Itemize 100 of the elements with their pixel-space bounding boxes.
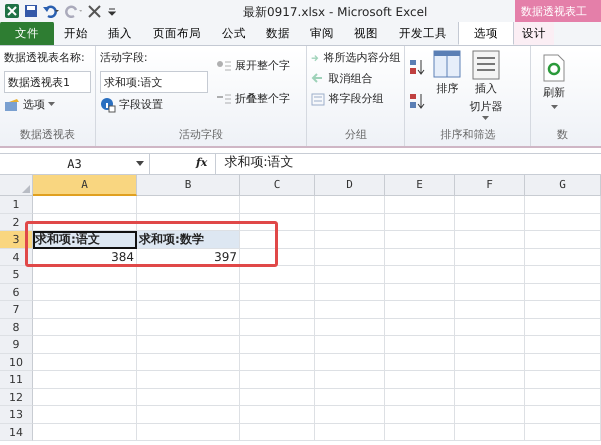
empty-cell[interactable] xyxy=(385,318,455,336)
empty-cell[interactable] xyxy=(137,406,240,424)
table-cell[interactable]: 384 xyxy=(33,248,137,266)
ribbon-tab[interactable]: 开始 xyxy=(54,21,98,45)
empty-cell[interactable] xyxy=(315,336,385,354)
ribbon-tab[interactable]: 视图 xyxy=(344,21,388,45)
empty-cell[interactable] xyxy=(385,336,455,354)
row-header[interactable]: 12 xyxy=(0,388,33,406)
empty-cell[interactable] xyxy=(525,354,601,371)
empty-cell[interactable] xyxy=(455,406,525,424)
empty-cell[interactable] xyxy=(455,336,525,354)
empty-cell[interactable] xyxy=(137,354,240,371)
empty-cell[interactable] xyxy=(385,406,455,424)
empty-cell[interactable] xyxy=(455,301,525,318)
empty-cell[interactable] xyxy=(455,248,525,266)
empty-cell[interactable] xyxy=(455,371,525,388)
empty-cell[interactable] xyxy=(315,301,385,318)
empty-cell[interactable] xyxy=(137,424,240,441)
empty-cell[interactable] xyxy=(385,371,455,388)
empty-cell[interactable] xyxy=(385,231,455,248)
empty-cell[interactable] xyxy=(240,388,315,406)
table-cell[interactable]: 求和项:数学 xyxy=(137,231,240,248)
empty-cell[interactable] xyxy=(525,196,601,214)
empty-cell[interactable] xyxy=(315,406,385,424)
row-header[interactable]: 9 xyxy=(0,336,33,354)
empty-cell[interactable] xyxy=(240,371,315,388)
empty-cell[interactable] xyxy=(455,354,525,371)
file-tab[interactable]: 文件 xyxy=(0,21,54,45)
empty-cell[interactable] xyxy=(240,196,315,214)
row-header[interactable]: 11 xyxy=(0,371,33,388)
sort-button[interactable]: 排序 xyxy=(433,50,462,121)
empty-cell[interactable] xyxy=(240,214,315,231)
empty-cell[interactable] xyxy=(137,196,240,214)
empty-cell[interactable] xyxy=(137,266,240,284)
empty-cell[interactable] xyxy=(455,318,525,336)
ribbon-tab[interactable]: 开发工具 xyxy=(388,21,458,45)
column-header[interactable]: G xyxy=(525,175,601,196)
empty-cell[interactable] xyxy=(525,284,601,301)
empty-cell[interactable] xyxy=(455,284,525,301)
empty-cell[interactable] xyxy=(385,284,455,301)
ribbon-tab[interactable]: 审阅 xyxy=(300,21,344,45)
table-cell[interactable]: 求和项:语文 xyxy=(33,231,137,248)
ribbon-tab[interactable]: 数据 xyxy=(256,21,300,45)
sort-descending-icon[interactable] xyxy=(409,92,426,110)
empty-cell[interactable] xyxy=(455,424,525,441)
column-header[interactable]: A xyxy=(33,175,137,196)
column-header[interactable]: B xyxy=(137,175,240,196)
empty-cell[interactable] xyxy=(525,424,601,441)
row-header[interactable]: 14 xyxy=(0,424,33,441)
ribbon-tab[interactable]: 公式 xyxy=(212,21,256,45)
function-button[interactable]: fx xyxy=(188,154,216,174)
empty-cell[interactable] xyxy=(525,406,601,424)
empty-cell[interactable] xyxy=(240,266,315,284)
dropdown-icon[interactable] xyxy=(136,161,144,166)
empty-cell[interactable] xyxy=(385,424,455,441)
column-header[interactable]: F xyxy=(455,175,525,196)
ribbon-tab[interactable]: 插入 xyxy=(98,21,142,45)
empty-cell[interactable] xyxy=(137,318,240,336)
empty-cell[interactable] xyxy=(385,266,455,284)
refresh-button[interactable]: 刷新 xyxy=(543,54,566,110)
empty-cell[interactable] xyxy=(525,336,601,354)
empty-cell[interactable] xyxy=(385,214,455,231)
empty-cell[interactable] xyxy=(240,354,315,371)
empty-cell[interactable] xyxy=(137,371,240,388)
select-all-corner[interactable] xyxy=(0,175,33,196)
sort-ascending-icon[interactable] xyxy=(409,58,426,76)
empty-cell[interactable] xyxy=(137,301,240,318)
empty-cell[interactable] xyxy=(137,284,240,301)
empty-cell[interactable] xyxy=(455,214,525,231)
empty-cell[interactable] xyxy=(137,336,240,354)
field-settings-button[interactable]: 字段设置 xyxy=(100,96,163,113)
empty-cell[interactable] xyxy=(455,196,525,214)
empty-cell[interactable] xyxy=(315,196,385,214)
empty-cell[interactable] xyxy=(240,284,315,301)
empty-cell[interactable] xyxy=(525,266,601,284)
empty-cell[interactable] xyxy=(315,248,385,266)
row-header[interactable]: 7 xyxy=(0,301,33,318)
empty-cell[interactable] xyxy=(385,196,455,214)
empty-cell[interactable] xyxy=(240,336,315,354)
pivot-name-field[interactable]: 数据透视表1 xyxy=(4,70,91,92)
empty-cell[interactable] xyxy=(315,388,385,406)
empty-cell[interactable] xyxy=(240,301,315,318)
empty-cell[interactable] xyxy=(525,388,601,406)
empty-cell[interactable] xyxy=(525,231,601,248)
column-header[interactable]: C xyxy=(240,175,315,196)
column-header[interactable]: D xyxy=(315,175,385,196)
ribbon-tab[interactable]: 页面布局 xyxy=(142,21,212,45)
empty-cell[interactable] xyxy=(315,284,385,301)
empty-cell[interactable] xyxy=(455,266,525,284)
row-header[interactable]: 13 xyxy=(0,406,33,424)
ribbon-tab[interactable]: 设计 xyxy=(514,21,554,45)
row-header[interactable]: 8 xyxy=(0,318,33,336)
row-header[interactable]: 6 xyxy=(0,284,33,301)
empty-cell[interactable] xyxy=(240,318,315,336)
empty-cell[interactable] xyxy=(315,318,385,336)
empty-cell[interactable] xyxy=(315,231,385,248)
empty-cell[interactable] xyxy=(455,388,525,406)
row-header[interactable]: 10 xyxy=(0,354,33,371)
save-icon[interactable] xyxy=(24,4,38,18)
empty-cell[interactable] xyxy=(137,388,240,406)
